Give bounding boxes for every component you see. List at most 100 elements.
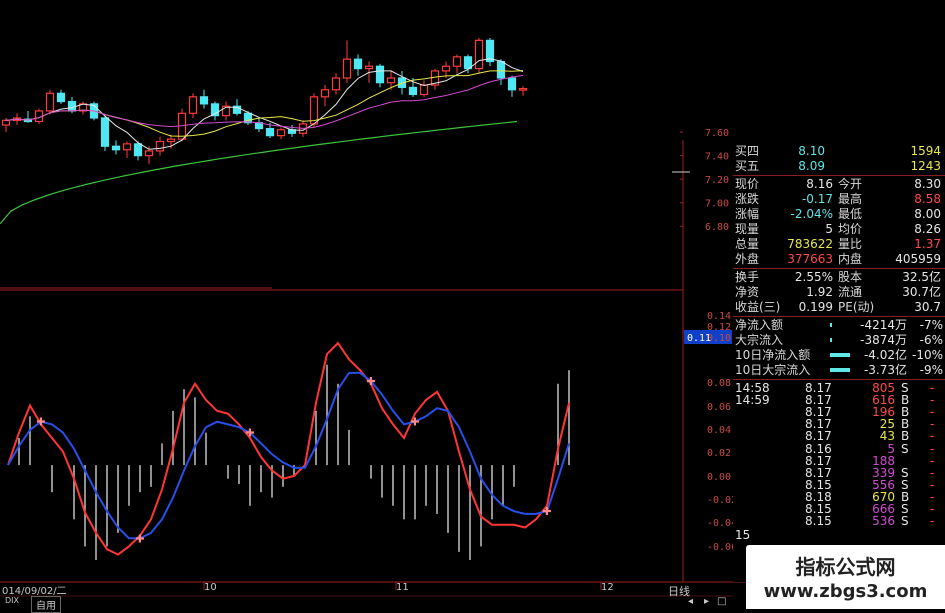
price-tick-label: 7.00 [705,199,729,210]
x-label-10: 10 [204,582,217,593]
quote-label-2: 今开 [838,177,863,191]
candle-body [408,86,418,96]
quote-panel: 买四 8.10 1594 买五 8.09 1243 现价 8.16 今开 8.30 涨跌 -0.17 最… [733,142,945,582]
quote-label-2: 最高 [838,192,863,206]
watermark-title: 指标公式网 [795,555,896,579]
candle [507,75,517,97]
quote-value-2: 8.00 [914,207,941,221]
ma-line-20 [5,74,524,129]
osc-tick-label: 0.04 [707,425,731,436]
quote-label: 总量 [735,237,760,251]
time-axis-bar: 014/09/02/二 10 11 12 DIX 自用 日线 ◂ ▸ □ [0,582,726,613]
candle [199,89,209,109]
stats-label: 收益(三) [735,300,781,314]
candle [342,40,352,83]
candle [375,63,385,88]
stats-label-2: PE(动) [838,300,875,314]
candle [452,54,462,74]
candle-body [518,87,528,91]
candle-body [507,77,517,91]
quote-value-2: 8.26 [914,222,941,236]
oscillator-layer: ✚ ✚ ✚ ✚ ✚ ✚ [7,341,570,560]
flow-label: 10日净流入额 [735,348,811,362]
cross-marker: ✚ [410,416,419,429]
order-book-row: 买四 8.10 1594 [733,144,945,159]
flow-row: 10日净流入额 -4.02亿 -10% [733,348,945,363]
stats-row: 净资 1.92 流通 30.7亿 [733,285,945,300]
stats-label-2: 股本 [838,270,863,284]
quote-value: 8.16 [806,177,833,191]
flow-row: 大宗流入 -3874万 -6% [733,333,945,348]
panel-separator [733,379,945,380]
quote-row: 现量 5 均价 8.26 [733,222,945,237]
osc-tick-label: 0.00 [707,472,731,483]
scroll-left-icon[interactable]: ◂ [688,596,693,607]
candle [331,73,341,95]
candle-body [496,60,506,79]
candle-body [100,117,110,147]
axis-ticks: 7.607.407.207.006.800.140.120.100.080.06… [680,128,737,553]
quote-label-2: 内盘 [838,252,863,266]
osc-tick-label: 0.02 [707,448,731,459]
candle-body [452,56,462,67]
quote-row: 涨跌 -0.17 最高 8.58 [733,192,945,207]
tab-custom[interactable]: 自用 [31,596,61,613]
order-volume: 1243 [910,159,941,173]
flow-bar [830,323,832,327]
watermark-url: www.zbgs3.com [763,581,928,602]
stats-value: 0.199 [798,300,833,314]
flow-value: -3.73亿 [863,363,907,377]
flow-bar [830,368,850,372]
candle [56,89,66,104]
order-volume: 1594 [910,144,941,158]
order-book-row: 买五 8.09 1243 [733,159,945,174]
candle [419,80,429,97]
candle [320,85,330,107]
order-label: 买五 [735,159,760,173]
quote-label: 现量 [735,222,760,236]
flow-label: 大宗流入 [735,333,784,347]
candle-body [419,84,429,96]
quote-label: 外盘 [735,252,760,266]
candle [210,101,220,121]
x-label-12: 12 [601,582,614,593]
candle [188,93,198,118]
flow-pct: -6% [919,333,943,347]
stats-value: 1.92 [806,285,833,299]
price-tick-label: 7.40 [705,152,729,163]
x-label-start: 014/09/02/二 [2,586,67,597]
tick-row: 8.15 536 S - [733,514,945,529]
zoom-icon[interactable]: □ [717,596,726,607]
order-label: 买四 [735,144,760,158]
candle-body [122,143,132,151]
quote-value: -2.04% [790,207,833,221]
quote-value: 5 [825,222,833,236]
period-label[interactable]: 日线 [668,583,690,599]
quote-value: -0.17 [801,192,833,206]
osc-tick-label: 0.14 [707,311,731,322]
candle-body [342,58,352,79]
panel-separator [733,316,945,317]
osc-tick-label: 0.06 [707,402,731,413]
scroll-right-icon[interactable]: ▸ [704,596,709,607]
flow-row: 净流入额 -4214万 -7% [733,318,945,333]
panel-separator [733,268,945,269]
quote-label: 涨跌 [735,192,760,206]
quote-value-2: 8.30 [914,177,941,191]
flow-bar [830,353,850,357]
quote-label-2: 最低 [838,207,863,221]
panel-separator [733,175,945,176]
tab-dix[interactable]: DIX [5,596,19,605]
stats-row: 收益(三) 0.199 PE(动) 30.7 [733,300,945,315]
candle [221,101,231,121]
stats-value: 2.55% [794,270,833,284]
candle-body [353,58,363,70]
cross-marker: ✚ [36,416,45,429]
candle [474,38,484,74]
quote-value: 377663 [787,252,833,266]
stats-label: 换手 [735,270,760,284]
cross-marker: ✚ [366,375,375,388]
stats-row: 换手 2.55% 股本 32.5亿 [733,270,945,285]
candle-body [133,143,143,157]
x-label-11: 11 [396,582,409,593]
